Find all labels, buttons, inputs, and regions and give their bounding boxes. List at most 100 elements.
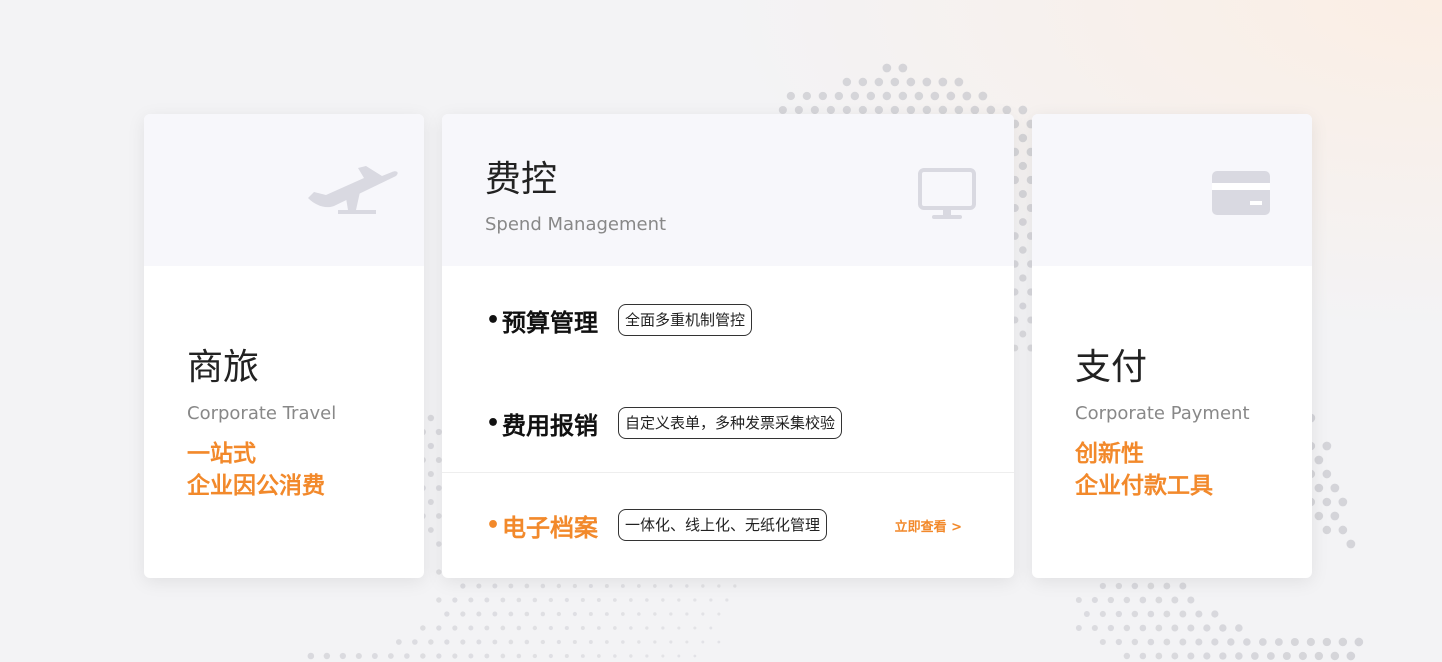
globe-dot bbox=[717, 640, 721, 644]
card-spend-management[interactable]: 费控 Spend Management • 预算管理 全面多重机制管控 • 费用… bbox=[442, 114, 1014, 578]
globe-dot bbox=[428, 639, 434, 645]
globe-dot bbox=[588, 612, 593, 616]
globe-dot bbox=[661, 626, 665, 630]
globe-dot bbox=[532, 625, 538, 631]
globe-dot bbox=[500, 625, 506, 631]
globe-dot bbox=[572, 639, 577, 645]
globe-dot bbox=[1115, 582, 1123, 590]
globe-dot bbox=[1219, 652, 1227, 660]
globe-dot bbox=[436, 625, 442, 631]
feature-budget-management[interactable]: • 预算管理 全面多重机制管控 bbox=[486, 303, 753, 337]
globe-dot bbox=[890, 77, 900, 87]
globe-dot bbox=[826, 105, 835, 115]
bullet: • bbox=[486, 307, 501, 333]
globe-dot bbox=[420, 653, 426, 659]
globe-dot bbox=[1251, 652, 1259, 660]
globe-dot bbox=[500, 597, 506, 603]
globe-dot bbox=[564, 625, 569, 631]
feature-electronic-archive[interactable]: • 电子档案 一体化、线上化、无纸化管理 bbox=[486, 508, 828, 542]
card-title: 费控 bbox=[485, 159, 558, 200]
globe-dot bbox=[685, 584, 689, 588]
globe-dot bbox=[556, 583, 562, 589]
globe-dot bbox=[540, 611, 546, 617]
globe-dot bbox=[629, 626, 633, 630]
feature-expense-reimbursement[interactable]: • 费用报销 自定义表单，多种发票采集校验 bbox=[486, 406, 843, 440]
globe-dot bbox=[1163, 582, 1171, 590]
globe-dot bbox=[906, 105, 916, 115]
globe-dot bbox=[572, 583, 577, 589]
globe-dot bbox=[427, 499, 434, 505]
globe-dot bbox=[1171, 652, 1179, 660]
card-subtitle: Corporate Payment bbox=[1075, 403, 1250, 424]
globe-dot bbox=[1219, 624, 1227, 632]
globe-dot bbox=[1266, 652, 1275, 660]
globe-dot bbox=[1018, 218, 1027, 226]
globe-dot bbox=[1018, 189, 1027, 199]
globe-dot bbox=[858, 77, 868, 87]
globe-dot bbox=[516, 653, 522, 659]
globe-dot bbox=[323, 652, 331, 660]
globe-dot bbox=[524, 611, 530, 617]
globe-dot bbox=[597, 654, 601, 658]
globe-dot bbox=[460, 639, 466, 645]
globe-dot bbox=[685, 640, 689, 644]
card-corporate-payment[interactable]: 支付 Corporate Payment 创新性 企业付款工具 bbox=[1032, 114, 1312, 578]
globe-dot bbox=[1019, 274, 1027, 282]
globe-dot bbox=[733, 584, 737, 588]
globe-dot bbox=[412, 639, 418, 645]
globe-dot bbox=[524, 583, 530, 589]
divider bbox=[442, 472, 1014, 473]
globe-dot bbox=[355, 652, 362, 660]
globe-dot bbox=[1139, 652, 1147, 660]
globe-dot bbox=[962, 91, 972, 101]
globe-dot bbox=[435, 485, 442, 491]
globe-dot bbox=[653, 612, 657, 616]
credit-card-icon bbox=[1212, 171, 1270, 215]
bullet: • bbox=[486, 410, 501, 436]
globe-dot bbox=[604, 584, 609, 588]
globe-dot bbox=[1338, 637, 1348, 647]
airplane-icon bbox=[308, 166, 398, 214]
globe-dot bbox=[492, 639, 498, 645]
globe-dot bbox=[1179, 610, 1187, 618]
globe-dot bbox=[1338, 497, 1348, 507]
globe-dot bbox=[548, 597, 554, 603]
globe-dot bbox=[492, 583, 498, 589]
globe-dot bbox=[725, 598, 729, 602]
globe-dot bbox=[339, 652, 346, 660]
monitor-icon bbox=[918, 168, 976, 219]
globe-dot bbox=[717, 612, 721, 616]
globe-dot bbox=[1163, 610, 1171, 618]
highlight-line: 创新性 bbox=[1075, 441, 1144, 467]
globe-dot bbox=[677, 654, 681, 658]
globe-dot bbox=[620, 584, 625, 588]
globe-dot bbox=[1179, 582, 1187, 590]
globe-dot bbox=[436, 597, 442, 603]
globe-dot bbox=[677, 626, 681, 630]
globe-dot bbox=[420, 625, 426, 631]
highlight-line: 企业因公消费 bbox=[187, 473, 325, 499]
globe-dot bbox=[1123, 624, 1131, 632]
globe-dot bbox=[906, 77, 916, 87]
globe-dot bbox=[588, 583, 593, 589]
globe-dot bbox=[1123, 652, 1131, 660]
globe-dot bbox=[444, 611, 450, 617]
globe-dot bbox=[1330, 651, 1340, 661]
globe-dot bbox=[954, 77, 964, 87]
globe-dot bbox=[1099, 610, 1106, 618]
globe-dot bbox=[604, 612, 609, 616]
feature-name: 费用报销 bbox=[502, 411, 598, 440]
globe-dot bbox=[548, 653, 553, 659]
globe-dot bbox=[1314, 511, 1324, 521]
globe-dot bbox=[1314, 651, 1324, 661]
globe-dot bbox=[1322, 525, 1332, 535]
globe-dot bbox=[1139, 596, 1147, 604]
card-corporate-travel[interactable]: 商旅 Corporate Travel 一站式 企业因公消费 bbox=[144, 114, 424, 578]
globe-dot bbox=[1131, 638, 1139, 646]
globe-dot bbox=[1018, 105, 1028, 115]
globe-dot bbox=[427, 470, 434, 478]
view-now-link[interactable]: 立即查看 > bbox=[895, 516, 962, 535]
globe-dot bbox=[946, 91, 956, 101]
globe-dot bbox=[717, 584, 721, 588]
globe-dot bbox=[637, 640, 641, 644]
